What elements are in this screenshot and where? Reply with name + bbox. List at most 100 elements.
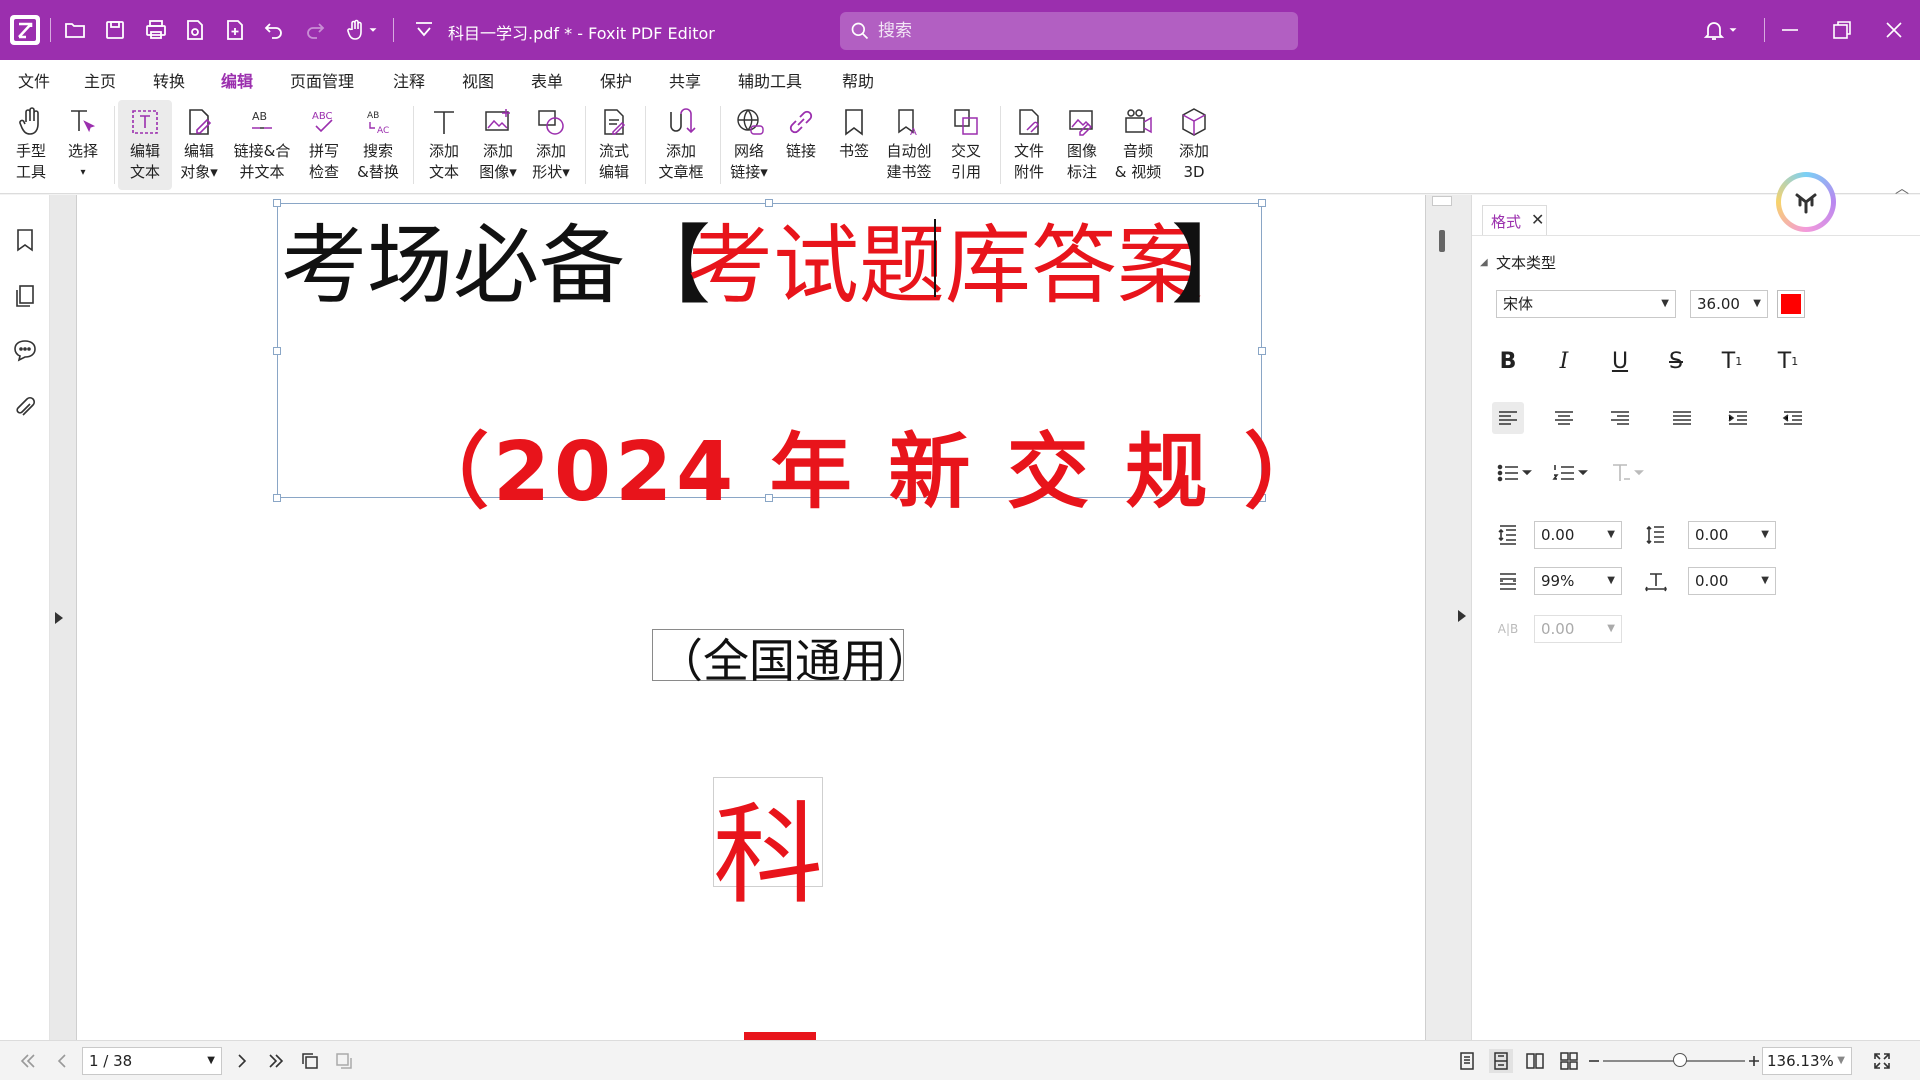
menu-edit[interactable]: 编辑 <box>221 68 254 100</box>
save-icon[interactable] <box>101 16 129 44</box>
page-number-field[interactable]: 1 / 38 ▼ <box>82 1047 222 1075</box>
search-input[interactable] <box>878 12 1288 50</box>
superscript-button[interactable]: T1 <box>1716 345 1748 377</box>
cross-reference-button[interactable]: 交叉 引用 <box>938 100 994 190</box>
numbered-list-button[interactable] <box>1548 457 1592 489</box>
font-family-select[interactable]: 宋体 ▼ <box>1496 290 1676 318</box>
menu-view[interactable]: 视图 <box>462 68 494 92</box>
collapse-up-icon[interactable]: ︿ <box>1895 178 1909 198</box>
resize-handle[interactable] <box>1258 199 1266 207</box>
edit-object-button[interactable]: 编辑 对象▾ <box>171 100 227 190</box>
outdent-button[interactable] <box>1777 402 1809 434</box>
font-size-select[interactable]: 36.00 ▼ <box>1690 290 1768 318</box>
close-icon[interactable] <box>1880 16 1908 44</box>
resize-handle[interactable] <box>273 199 281 207</box>
minimize-icon[interactable] <box>1776 16 1804 44</box>
indent-button[interactable] <box>1722 402 1754 434</box>
menu-form[interactable]: 表单 <box>531 68 563 92</box>
restore-icon[interactable] <box>1828 16 1856 44</box>
document-view[interactable]: 考场必备【 考试题库答案 】 （2024 年 新 交 规 ） （全国通用） 科 <box>76 195 1425 1040</box>
previous-page-icon[interactable] <box>50 1049 74 1073</box>
line-spacing-select[interactable]: 0.00 ▼ <box>1534 521 1622 549</box>
link-merge-text-button[interactable]: AB 链接&合 并文本 <box>232 100 292 190</box>
chevron-down-icon[interactable] <box>366 16 380 44</box>
continuous-facing-view-icon[interactable] <box>1557 1049 1581 1073</box>
resize-handle[interactable] <box>273 347 281 355</box>
fullscreen-icon[interactable] <box>1870 1049 1894 1073</box>
expand-left-panel-icon[interactable] <box>52 610 66 626</box>
search-box[interactable] <box>840 12 1298 50</box>
bullet-list-button[interactable] <box>1492 457 1536 489</box>
doc-year-line[interactable]: （2024 年 新 交 规 ） <box>407 405 1330 524</box>
strikethrough-button[interactable]: S <box>1660 345 1692 377</box>
chevron-down-icon[interactable] <box>1726 16 1740 44</box>
last-page-icon[interactable] <box>264 1049 288 1073</box>
notification-bell-icon[interactable] <box>1700 16 1728 44</box>
collapse-right-panel-icon[interactable] <box>1456 608 1468 624</box>
zoom-level-field[interactable]: 136.13% ▼ <box>1762 1047 1852 1075</box>
menu-share[interactable]: 共享 <box>669 68 701 92</box>
spell-check-button[interactable]: ABC 拼写 检查 <box>296 100 352 190</box>
doc-title-red[interactable]: 考试题库答案 <box>687 195 1203 320</box>
hand-tool-button[interactable]: 手型 工具 <box>3 100 59 190</box>
bookmark-panel-icon[interactable] <box>12 227 38 253</box>
character-spacing-select[interactable]: 0.00 ▼ <box>1688 567 1776 595</box>
add-text-button[interactable]: 添加 文本 <box>416 100 472 190</box>
single-page-view-icon[interactable] <box>1455 1049 1479 1073</box>
continuous-view-icon[interactable] <box>1489 1049 1513 1073</box>
doc-title-bracket[interactable]: 】 <box>1171 195 1257 320</box>
subscript-button[interactable]: T1 <box>1772 345 1804 377</box>
previous-view-icon[interactable] <box>298 1049 322 1073</box>
scrollbar-thumb[interactable] <box>1439 230 1445 252</box>
select-button[interactable]: 选择 ▾ <box>55 100 111 190</box>
collapse-triangle-icon[interactable]: ◢ <box>1480 257 1488 268</box>
text-direction-button[interactable] <box>1604 457 1648 489</box>
menu-convert[interactable]: 转换 <box>153 68 185 92</box>
comments-panel-icon[interactable] <box>12 337 38 363</box>
tab-format[interactable]: 格式 ✕ <box>1482 205 1547 235</box>
image-annotation-button[interactable]: 图像 标注 <box>1054 100 1110 190</box>
bold-button[interactable]: B <box>1492 345 1524 377</box>
print-icon[interactable] <box>142 16 170 44</box>
auto-bookmark-button[interactable]: A 自动创 建书签 <box>881 100 937 190</box>
menu-protect[interactable]: 保护 <box>600 68 632 92</box>
add-image-button[interactable]: 添加 图像▾ <box>470 100 526 190</box>
new-document-icon[interactable] <box>221 16 249 44</box>
attachments-panel-icon[interactable] <box>12 395 38 421</box>
menu-help[interactable]: 帮助 <box>842 68 874 92</box>
bookmark-button[interactable]: 书签 <box>826 100 882 190</box>
underline-button[interactable]: U <box>1604 345 1636 377</box>
next-page-icon[interactable] <box>230 1049 254 1073</box>
menu-organize[interactable]: 页面管理 <box>290 68 354 92</box>
open-folder-icon[interactable] <box>61 16 89 44</box>
redo-icon[interactable] <box>301 16 329 44</box>
edit-text-button[interactable]: 编辑 文本 <box>118 100 172 190</box>
pages-panel-icon[interactable] <box>12 283 38 309</box>
menu-home[interactable]: 主页 <box>84 68 116 92</box>
paragraph-spacing-select[interactable]: 0.00 ▼ <box>1688 521 1776 549</box>
add-shape-button[interactable]: 添加 形状▾ <box>523 100 579 190</box>
scrollbar-top-button[interactable] <box>1432 196 1452 206</box>
menu-accessibility[interactable]: 辅助工具 <box>738 68 802 92</box>
audio-video-button[interactable]: 音频 & 视频 <box>1108 100 1168 190</box>
next-view-icon[interactable] <box>332 1049 356 1073</box>
doc-subject-char[interactable]: 科 <box>713 765 823 925</box>
search-replace-button[interactable]: AB AC 搜索 &替换 <box>350 100 406 190</box>
resize-handle[interactable] <box>1258 347 1266 355</box>
align-right-button[interactable] <box>1604 402 1636 434</box>
italic-button[interactable]: I <box>1548 345 1580 377</box>
vertical-scrollbar[interactable] <box>1425 195 1455 1040</box>
doc-subtitle[interactable]: （全国通用） <box>657 625 933 691</box>
reflow-edit-button[interactable]: 流式 编辑 <box>586 100 642 190</box>
facing-view-icon[interactable] <box>1523 1049 1547 1073</box>
link-button[interactable]: 链接 <box>773 100 829 190</box>
word-spacing-select[interactable]: 0.00 ▼ <box>1534 615 1622 643</box>
add-3d-button[interactable]: 添加 3D <box>1166 100 1222 190</box>
first-page-icon[interactable] <box>16 1049 40 1073</box>
file-attachment-button[interactable]: 文件 附件 <box>1001 100 1057 190</box>
zoom-slider-thumb[interactable] <box>1673 1053 1687 1067</box>
menu-file[interactable]: 文件 <box>18 68 50 92</box>
character-scale-select[interactable]: 99% ▼ <box>1534 567 1622 595</box>
add-article-box-button[interactable]: 添加 文章框 <box>652 100 710 190</box>
align-center-button[interactable] <box>1548 402 1580 434</box>
